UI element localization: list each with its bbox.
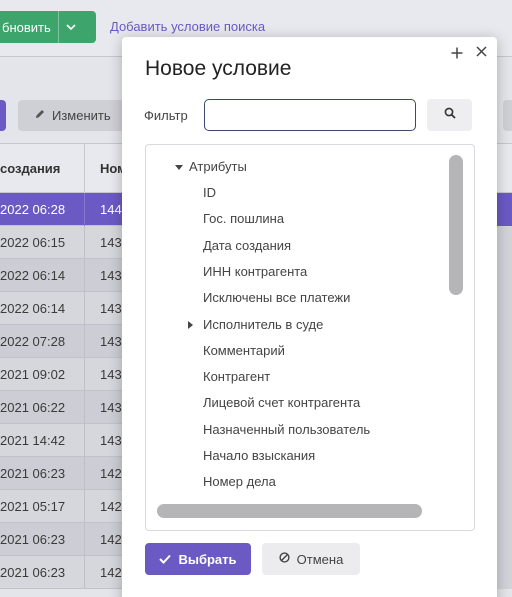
tree-item[interactable]: Лицевой счет контрагента [203, 395, 360, 410]
cell-created: 2021 06:23 [0, 532, 66, 547]
primary-action-button[interactable] [0, 100, 6, 131]
column-divider [84, 144, 85, 194]
cell-number: 143 [100, 367, 122, 382]
tree-item[interactable]: Дата создания [203, 238, 291, 253]
toolbar-button[interactable] [503, 100, 512, 131]
edit-button[interactable]: Изменить [18, 100, 128, 131]
horizontal-scrollbar[interactable] [157, 504, 422, 518]
cancel-label: Отмена [296, 551, 344, 567]
tree-item[interactable]: ИНН контрагента [203, 264, 307, 279]
column-header-created[interactable]: создания [0, 161, 60, 176]
plus-icon[interactable] [449, 43, 465, 64]
column-divider [84, 523, 85, 556]
column-divider [84, 358, 85, 391]
cell-created: 2021 05:17 [0, 499, 66, 514]
cell-created: 2022 06:14 [0, 268, 66, 283]
check-icon [159, 552, 172, 567]
column-divider [84, 391, 85, 424]
search-icon [444, 106, 456, 124]
refresh-label: бновить [2, 19, 51, 35]
close-icon[interactable] [473, 44, 489, 62]
cell-number: 144 [100, 202, 122, 217]
tree-item[interactable]: Исключены все платежи [203, 290, 350, 305]
column-divider [84, 424, 85, 457]
tree-item[interactable]: Контрагент [203, 369, 270, 384]
column-divider [84, 259, 85, 292]
tree-item[interactable]: Комментарий [203, 343, 285, 358]
cell-number: 142 [100, 499, 122, 514]
button-separator [58, 11, 59, 43]
tree-item[interactable]: ID [203, 185, 216, 200]
pencil-icon [34, 108, 46, 123]
edit-label: Изменить [52, 108, 111, 123]
cell-number: 143 [100, 301, 122, 316]
tree-item[interactable]: Гос. пошлина [203, 211, 284, 226]
vertical-scrollbar[interactable] [449, 155, 463, 295]
cell-number: 143 [100, 334, 122, 349]
column-divider [84, 457, 85, 490]
filter-input[interactable] [204, 99, 416, 131]
cell-created: 2022 06:14 [0, 301, 66, 316]
search-button[interactable] [427, 99, 472, 131]
cell-created: 2022 07:28 [0, 334, 66, 349]
column-divider [84, 226, 85, 259]
column-divider [84, 490, 85, 523]
cell-number: 143 [100, 433, 122, 448]
filter-label: Фильтр [144, 108, 188, 123]
cell-created: 2021 06:23 [0, 565, 66, 580]
tree-item[interactable]: Назначенный пользователь [203, 422, 370, 437]
tree-item[interactable]: Номер дела [203, 474, 276, 489]
cell-number: 143 [100, 235, 122, 250]
cell-created: 2021 09:02 [0, 367, 66, 382]
caret-down-icon[interactable] [175, 163, 183, 173]
cell-created: 2021 14:42 [0, 433, 66, 448]
select-label: Выбрать [178, 551, 237, 567]
cell-number: 143 [100, 400, 122, 415]
cell-number: 142 [100, 532, 122, 547]
cell-number: 142 [100, 466, 122, 481]
chevron-down-icon[interactable] [64, 11, 78, 43]
cancel-button[interactable]: Отмена [262, 543, 360, 575]
new-condition-dialog: Новое условие Фильтр Атрибуты ID Гос. пош… [122, 37, 497, 597]
select-button[interactable]: Выбрать [145, 543, 251, 575]
caret-right-icon[interactable] [188, 320, 194, 331]
tree-item[interactable]: Начало взыскания [203, 448, 315, 463]
attributes-tree: Атрибуты ID Гос. пошлина Дата создания ИНН … [145, 144, 475, 531]
cell-created: 2021 06:23 [0, 466, 66, 481]
refresh-button[interactable]: бновить [0, 11, 96, 43]
tree-item[interactable]: Исполнитель в суде [203, 317, 323, 332]
cell-created: 2022 06:15 [0, 235, 66, 250]
column-divider [84, 292, 85, 325]
column-divider [84, 193, 85, 226]
cell-created: 2022 06:28 [0, 202, 66, 217]
add-search-condition-link[interactable]: Добавить условие поиска [110, 19, 265, 34]
tree-root-attributes[interactable]: Атрибуты [189, 159, 247, 174]
cell-number: 143 [100, 268, 122, 283]
cell-number: 142 [100, 565, 122, 580]
column-divider [84, 556, 85, 589]
ban-icon [279, 552, 290, 566]
column-divider [84, 325, 85, 358]
dialog-title: Новое условие [145, 57, 292, 80]
cell-created: 2021 06:22 [0, 400, 66, 415]
